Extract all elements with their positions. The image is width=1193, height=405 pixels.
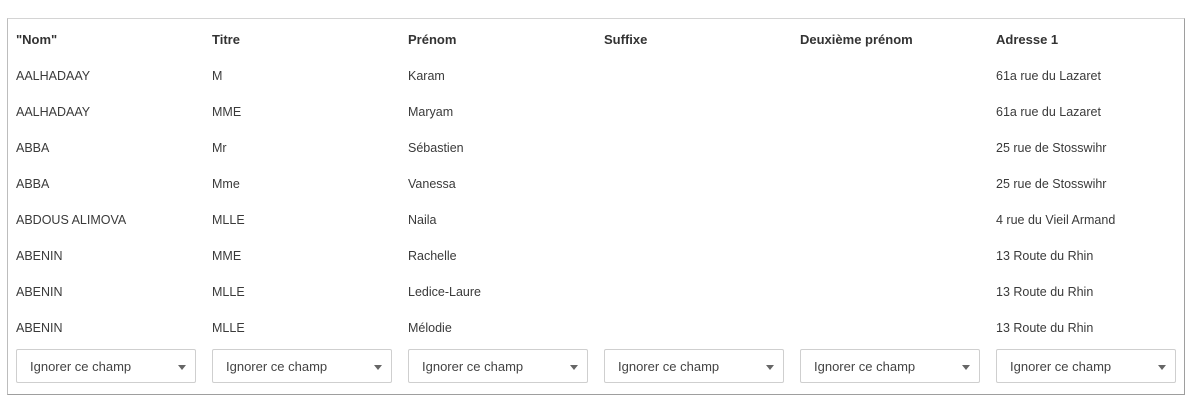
table-row: ABENIN MME Rachelle 13 Route du Rhin bbox=[16, 238, 1192, 274]
field-mapping-cell: Ignorer ce champ bbox=[800, 346, 996, 399]
table-cell: Mr bbox=[212, 141, 227, 155]
table-cell: Mélodie bbox=[408, 321, 452, 335]
table-cell: MLLE bbox=[212, 321, 245, 335]
field-mapping-select-suffixe[interactable]: Ignorer ce champ bbox=[604, 349, 784, 383]
table-cell: 13 Route du Rhin bbox=[996, 249, 1094, 263]
field-mapping-cell: Ignorer ce champ bbox=[408, 346, 604, 399]
table-cell: Vanessa bbox=[408, 177, 456, 191]
table-cell bbox=[604, 238, 800, 274]
column-header-adresse-1: Adresse 1 bbox=[996, 31, 1059, 47]
chevron-down-icon bbox=[766, 365, 774, 370]
field-mapping-select-prenom[interactable]: Ignorer ce champ bbox=[408, 349, 588, 383]
table-cell: Karam bbox=[408, 69, 445, 83]
table-cell: 61a rue du Lazaret bbox=[996, 105, 1101, 119]
table-cell: ABENIN bbox=[16, 249, 63, 263]
table-cell: MLLE bbox=[212, 285, 245, 299]
field-mapping-cell: Ignorer ce champ bbox=[16, 346, 212, 399]
column-header-nom: "Nom" bbox=[16, 31, 58, 47]
chevron-down-icon bbox=[1158, 365, 1166, 370]
select-value: Ignorer ce champ bbox=[1010, 359, 1112, 374]
header-row: "Nom" Titre Prénom Suffixe Deuxième prén… bbox=[16, 19, 1192, 58]
table-cell bbox=[604, 130, 800, 166]
table-cell bbox=[604, 310, 800, 346]
table-cell bbox=[604, 202, 800, 238]
table-cell bbox=[604, 274, 800, 310]
table-cell: M bbox=[212, 69, 223, 83]
table-cell: Mme bbox=[212, 177, 240, 191]
column-header-deuxieme-prenom: Deuxième prénom bbox=[800, 31, 913, 47]
table-row: ABENIN MLLE Ledice-Laure 13 Route du Rhi… bbox=[16, 274, 1192, 310]
table-cell: ABENIN bbox=[16, 285, 63, 299]
field-mapping-cell: Ignorer ce champ bbox=[212, 346, 408, 399]
select-value: Ignorer ce champ bbox=[814, 359, 916, 374]
table-cell: ABENIN bbox=[16, 321, 63, 335]
field-mapping-cell: Ignorer ce champ bbox=[996, 346, 1192, 399]
field-mapping-cell: Ignorer ce champ bbox=[604, 346, 800, 399]
table-cell: 13 Route du Rhin bbox=[996, 285, 1094, 299]
field-mapping-select-titre[interactable]: Ignorer ce champ bbox=[212, 349, 392, 383]
table-row: ABDOUS ALIMOVA MLLE Naila 4 rue du Vieil… bbox=[16, 202, 1192, 238]
field-mapping-select-nom[interactable]: Ignorer ce champ bbox=[16, 349, 196, 383]
table-row: ABBA Mr Sébastien 25 rue de Stosswihr bbox=[16, 130, 1192, 166]
table-cell bbox=[800, 166, 996, 202]
table-cell: Naila bbox=[408, 213, 437, 227]
table-row: AALHADAAY MME Maryam 61a rue du Lazaret bbox=[16, 94, 1192, 130]
select-value: Ignorer ce champ bbox=[422, 359, 524, 374]
table-row: AALHADAAY M Karam 61a rue du Lazaret bbox=[16, 58, 1192, 94]
table-cell: MME bbox=[212, 105, 242, 119]
table-cell: 4 rue du Vieil Armand bbox=[996, 213, 1116, 227]
chevron-down-icon bbox=[962, 365, 970, 370]
table-cell bbox=[800, 274, 996, 310]
column-header-prenom: Prénom bbox=[408, 31, 457, 47]
column-header-titre: Titre bbox=[212, 31, 240, 47]
table-cell: ABBA bbox=[16, 141, 50, 155]
table-row: ABBA Mme Vanessa 25 rue de Stosswihr bbox=[16, 166, 1192, 202]
table-cell bbox=[800, 58, 996, 94]
field-mapping-row: Ignorer ce champ Ignorer ce champ Ignore… bbox=[16, 346, 1192, 399]
chevron-down-icon bbox=[178, 365, 186, 370]
import-preview-table: "Nom" Titre Prénom Suffixe Deuxième prén… bbox=[16, 19, 1192, 399]
table-cell: MME bbox=[212, 249, 242, 263]
table-cell: Maryam bbox=[408, 105, 454, 119]
chevron-down-icon bbox=[570, 365, 578, 370]
table-cell bbox=[800, 310, 996, 346]
table-cell bbox=[604, 94, 800, 130]
table-cell bbox=[800, 202, 996, 238]
table-cell: ABBA bbox=[16, 177, 50, 191]
chevron-down-icon bbox=[374, 365, 382, 370]
select-value: Ignorer ce champ bbox=[618, 359, 720, 374]
table-row: ABENIN MLLE Mélodie 13 Route du Rhin bbox=[16, 310, 1192, 346]
table-cell bbox=[604, 166, 800, 202]
select-value: Ignorer ce champ bbox=[30, 359, 132, 374]
table-cell: 25 rue de Stosswihr bbox=[996, 141, 1107, 155]
table-cell: AALHADAAY bbox=[16, 105, 91, 119]
table-cell: AALHADAAY bbox=[16, 69, 91, 83]
table-cell: 61a rue du Lazaret bbox=[996, 69, 1101, 83]
table-cell bbox=[800, 238, 996, 274]
table-cell bbox=[800, 94, 996, 130]
table-cell: Ledice-Laure bbox=[408, 285, 481, 299]
field-mapping-select-adresse-1[interactable]: Ignorer ce champ bbox=[996, 349, 1176, 383]
field-mapping-select-deuxieme-prenom[interactable]: Ignorer ce champ bbox=[800, 349, 980, 383]
table-cell: 25 rue de Stosswihr bbox=[996, 177, 1107, 191]
table-cell: Sébastien bbox=[408, 141, 464, 155]
table-cell: Rachelle bbox=[408, 249, 457, 263]
table-cell: ABDOUS ALIMOVA bbox=[16, 213, 127, 227]
select-value: Ignorer ce champ bbox=[226, 359, 328, 374]
column-header-suffixe: Suffixe bbox=[604, 31, 648, 47]
table-cell: MLLE bbox=[212, 213, 245, 227]
table-cell bbox=[604, 58, 800, 94]
import-preview-panel: "Nom" Titre Prénom Suffixe Deuxième prén… bbox=[7, 18, 1185, 395]
table-cell bbox=[800, 130, 996, 166]
table-cell: 13 Route du Rhin bbox=[996, 321, 1094, 335]
